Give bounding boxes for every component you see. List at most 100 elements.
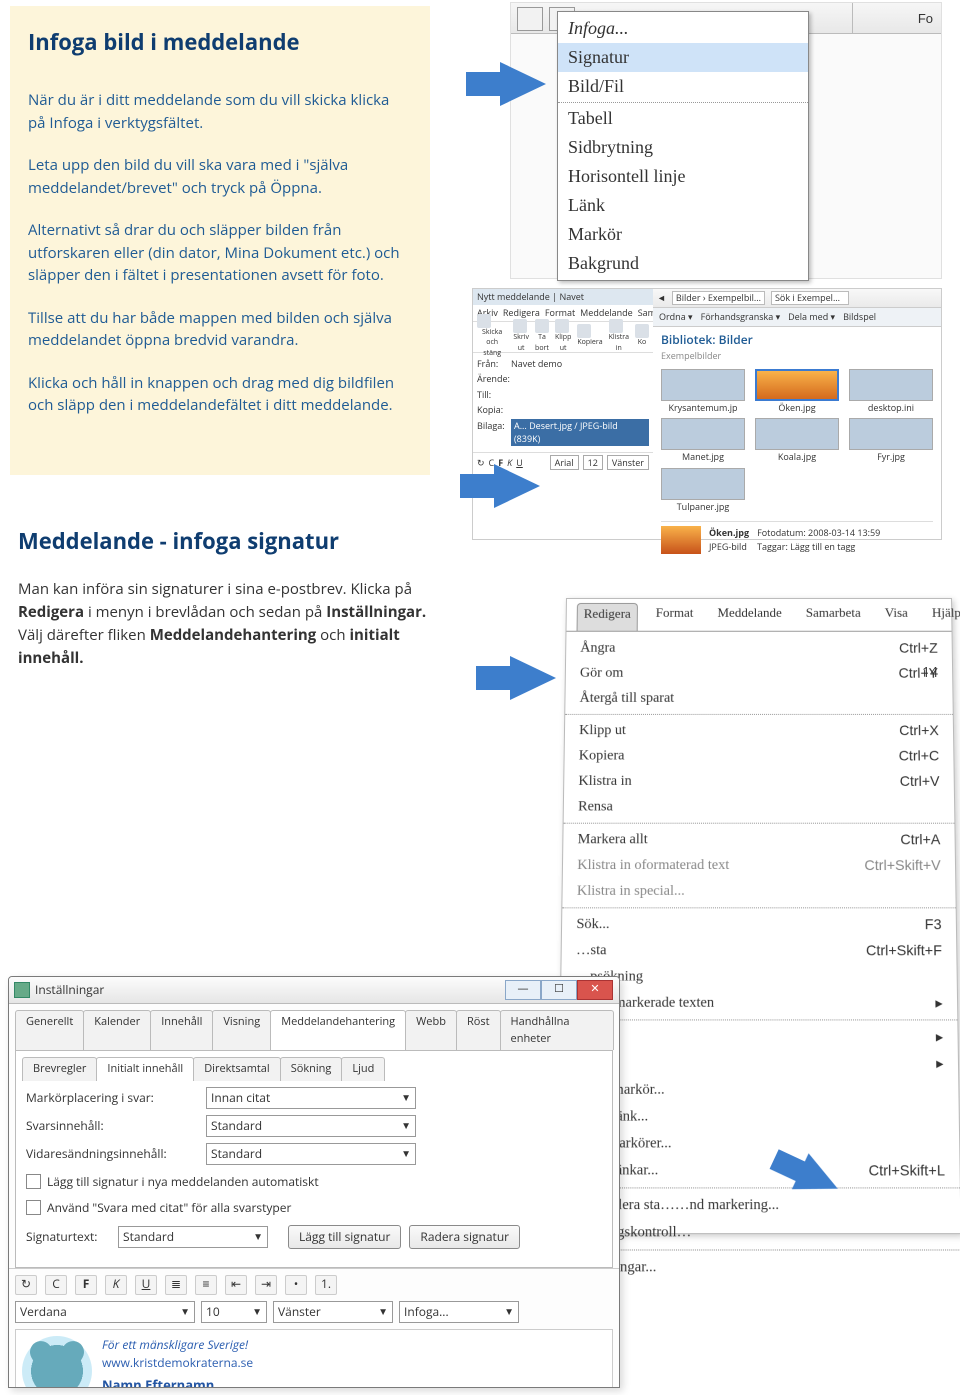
menu-item[interactable]: Horisontell linje [558, 162, 808, 191]
tab[interactable]: Sökning [280, 1057, 343, 1081]
detail-tag[interactable]: Lägg till en tagg [790, 540, 855, 553]
tab[interactable]: Ljud [341, 1057, 385, 1081]
ordna-button[interactable]: Ordna ▾ [659, 310, 693, 324]
select-sigtext[interactable]: Standard▼ [118, 1226, 268, 1248]
menu-item[interactable]: Sidbrytning [558, 133, 808, 162]
format-btn[interactable]: ⇥ [255, 1275, 277, 1295]
infoga-dropdown[interactable]: Infoga...SignaturBild/FilTabellSidbrytni… [557, 11, 809, 281]
settings-tabs-main[interactable]: GenerelltKalenderInnehållVisningMeddelan… [9, 1004, 619, 1050]
mail-toolbar[interactable]: Skicka och stängSkriv utTa bortKlipp utK… [473, 322, 653, 353]
font-select[interactable]: Verdana▼ [15, 1301, 195, 1323]
breadcrumb[interactable]: Bilder › Exempelbil... [672, 291, 765, 305]
minimize-button[interactable]: — [505, 980, 541, 1000]
select-vidaresandning[interactable]: Standard▼ [206, 1143, 416, 1165]
menubar-item[interactable]: Meddelande [580, 306, 633, 320]
tab[interactable]: Kalender [83, 1010, 151, 1050]
close-button[interactable]: ✕ [577, 980, 613, 1000]
menu-item[interactable]: Klipp utCtrl+X [565, 718, 953, 743]
search-input[interactable]: Sök i Exempel... [771, 291, 849, 305]
tab[interactable]: Handhållna enheter [500, 1010, 614, 1050]
menu-item[interactable]: Markera alltCtrl+A [563, 827, 955, 853]
nav-back-icon[interactable]: ◄ [657, 291, 666, 305]
format-btn[interactable]: ≣ [165, 1275, 187, 1295]
tab[interactable]: Generellt [15, 1010, 84, 1050]
checkbox-auto-signature[interactable] [26, 1174, 41, 1189]
align-select[interactable]: Vänster▼ [273, 1301, 393, 1323]
value-subject[interactable] [511, 372, 649, 386]
tab[interactable]: Brevregler [22, 1057, 97, 1081]
tab[interactable]: Meddelandehantering [270, 1010, 406, 1050]
delete-signature-button[interactable]: Radera signatur [409, 1225, 520, 1249]
toolbar-btn[interactable]: Skriv ut [513, 319, 529, 354]
tab[interactable]: Format [650, 603, 700, 631]
format-btn[interactable]: K [105, 1275, 127, 1295]
menu-item[interactable]: Klistra inCtrl+V [564, 769, 954, 794]
menubar-item[interactable]: Format [545, 306, 575, 320]
add-signature-button[interactable]: Lägg till signatur [288, 1225, 401, 1249]
thumbnail[interactable]: Koala.jpg [755, 418, 839, 464]
toolbar-btn[interactable]: Skicka och stäng [477, 314, 507, 360]
thumbnail[interactable]: desktop.ini [849, 369, 933, 415]
menu-item[interactable]: Gör omCtrl+Y [566, 661, 953, 686]
font-select[interactable]: Arial [550, 455, 579, 471]
select-svarsinnehall[interactable]: Standard▼ [206, 1115, 416, 1137]
tab[interactable]: Initialt innehåll [96, 1057, 194, 1081]
select-markorplacering[interactable]: Innan citat▼ [206, 1087, 416, 1109]
infoga-select[interactable]: Infoga...▼ [399, 1301, 519, 1323]
format-btn[interactable]: ⇤ [225, 1275, 247, 1295]
menu-item[interactable]: Återgå till sparat [565, 686, 952, 711]
redigera-tabs[interactable]: RedigeraFormatMeddelandeSamarbetaVisaHjä… [566, 599, 951, 632]
menu-item[interactable]: Bakgrund [558, 249, 808, 278]
menu-item[interactable]: Klistra in oformaterad textCtrl+Skift+V [563, 853, 955, 879]
menu-item[interactable]: Tabell [558, 104, 808, 133]
thumbnail[interactable]: Krysantemum.jp [661, 369, 745, 415]
size-select[interactable]: 10▼ [201, 1301, 267, 1323]
toolbar-btn[interactable]: Ko [635, 324, 649, 349]
tab[interactable]: Direktsamtal [193, 1057, 280, 1081]
menu-item[interactable]: Rensa [564, 794, 955, 820]
format-btn[interactable]: F [75, 1275, 97, 1295]
menu-item[interactable]: …staCtrl+Skift+F [562, 938, 957, 964]
signature-preview[interactable]: För ett mänskligare Sverige! www.kristde… [15, 1329, 613, 1389]
align-select[interactable]: Vänster [607, 455, 649, 471]
menubar-item[interactable]: Redigera [503, 306, 540, 320]
tab[interactable]: Meddelande [711, 603, 787, 631]
tab[interactable]: Visa [879, 603, 914, 631]
tab[interactable]: Röst [456, 1010, 501, 1050]
menu-item[interactable]: KopieraCtrl+C [564, 743, 953, 768]
tab[interactable]: Visning [212, 1010, 271, 1050]
thumbnail[interactable]: Tulpaner.jpg [661, 468, 745, 514]
format-btn[interactable]: • [285, 1275, 307, 1295]
format-btn[interactable]: ≡ [195, 1275, 217, 1295]
toolbar-btn[interactable]: Kopiera [577, 324, 602, 349]
tab[interactable]: Innehåll [150, 1010, 213, 1050]
tab[interactable]: Hjälp [926, 603, 960, 631]
format-toolbar[interactable]: ↻CFKU≣≡⇤⇥•1. [9, 1268, 619, 1301]
menu-item[interactable]: …den markerade texten▸ [561, 990, 958, 1016]
signature-link[interactable]: www.kristdemokraterna.se [102, 1354, 253, 1371]
thumbnail[interactable]: Manet.jpg [661, 418, 745, 464]
menu-item[interactable]: Sök...F3 [562, 911, 956, 937]
thumbnails-grid[interactable]: Krysantemum.jpÖken.jpgdesktop.ini Manet.j… [653, 367, 941, 516]
format-btn[interactable]: ↻ [15, 1275, 37, 1295]
toolbar-btn[interactable] [517, 7, 543, 31]
toolbar-btn[interactable]: Klipp ut [555, 319, 571, 354]
checkbox-svara-citat[interactable] [26, 1200, 41, 1215]
explorer-topbar[interactable]: ◄ Bilder › Exempelbil... Sök i Exempel..… [653, 289, 941, 308]
tab[interactable]: Samarbeta [800, 603, 867, 631]
toolbar-btn[interactable]: Ta bort [535, 319, 549, 354]
maximize-button[interactable]: ☐ [541, 980, 577, 1000]
settings-tabs-sub[interactable]: BrevreglerInitialt innehållDirektsamtalS… [16, 1051, 612, 1081]
thumbnail[interactable]: Fyr.jpg [849, 418, 933, 464]
value-to[interactable] [511, 388, 649, 402]
explorer-btnbar[interactable]: Ordna ▾ Förhandsgranska ▾ Dela med ▾ Bil… [653, 308, 941, 327]
menu-item[interactable]: Länk [558, 191, 808, 220]
menu-item[interactable]: Bild/Fil [558, 72, 808, 101]
menu-item[interactable]: Markör [558, 220, 808, 249]
menu-item[interactable]: Klistra in special... [562, 878, 955, 904]
menu-item[interactable]: ÅngraCtrl+Z [566, 636, 952, 661]
menu-item[interactable]: Signatur [558, 43, 808, 72]
thumbnail[interactable]: Öken.jpg [755, 369, 839, 415]
value-cc[interactable] [511, 403, 649, 417]
dela-button[interactable]: Dela med ▾ [788, 310, 835, 324]
